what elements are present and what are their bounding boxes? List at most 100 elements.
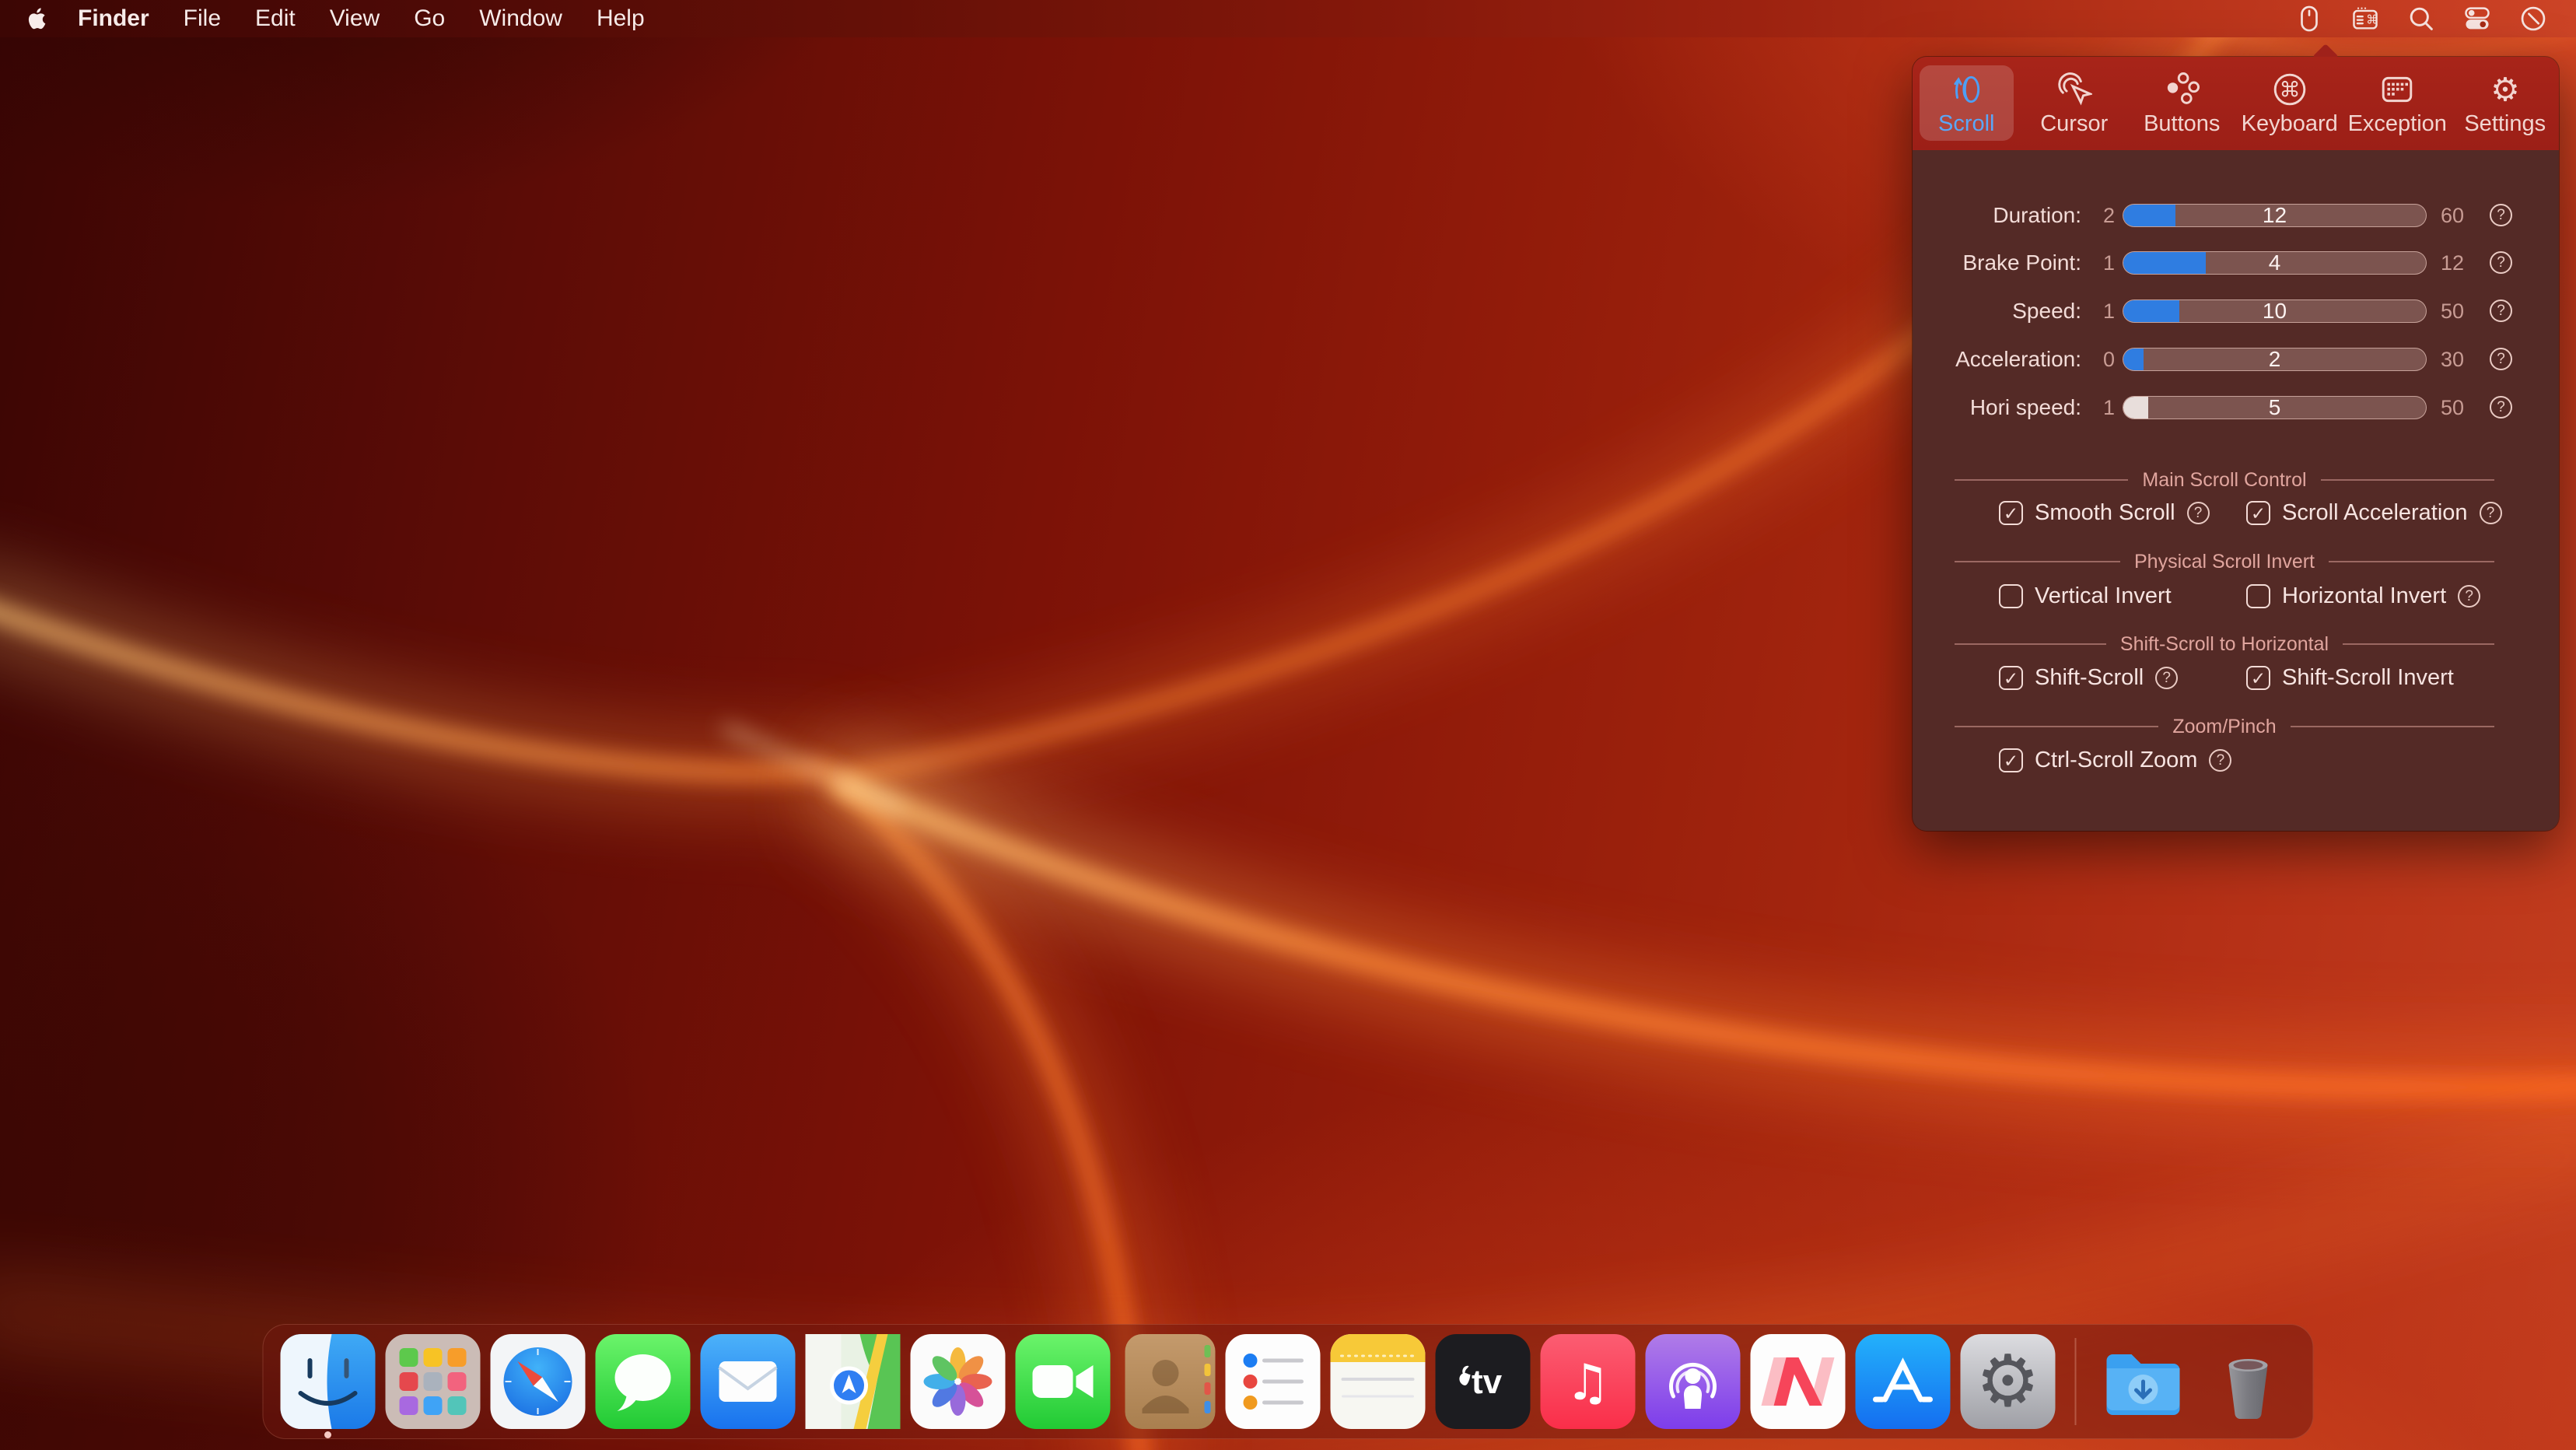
tab-label: Scroll <box>1938 111 1995 137</box>
menu-item-window[interactable]: Window <box>462 5 579 32</box>
tab-buttons[interactable]: Buttons <box>2128 57 2236 150</box>
slider-row-acceleration: Acceleration: 0 2 30 ? <box>1913 348 2559 371</box>
dock-divider <box>2075 1338 2077 1425</box>
checkbox-ctrl-scroll-zoom[interactable]: Ctrl-Scroll Zoom ? <box>1999 746 2231 774</box>
slider-value: 4 <box>2123 252 2426 274</box>
keyboard-viewer-icon[interactable]: ⌘ <box>2350 4 2380 33</box>
checkbox[interactable] <box>1999 666 2023 690</box>
checkbox[interactable] <box>1999 584 2023 608</box>
help-icon[interactable]: ? <box>2209 749 2231 772</box>
section-zoom-pinch: Zoom/Pinch <box>1955 715 2494 738</box>
mouse-status-icon[interactable] <box>2294 4 2324 33</box>
cursor-click-icon <box>2056 71 2093 108</box>
speed-slider[interactable]: 10 <box>2123 299 2427 323</box>
slider-value: 10 <box>2123 300 2426 322</box>
checkbox-shift-scroll[interactable]: Shift-Scroll ? <box>1999 664 2178 692</box>
checkbox-vertical-invert[interactable]: Vertical Invert <box>1999 582 2172 610</box>
tab-label: Exception <box>2348 111 2447 137</box>
dock-item-trash[interactable] <box>2201 1334 2296 1429</box>
checkbox-smooth-scroll[interactable]: Smooth Scroll ? <box>1999 499 2210 527</box>
menu-item-go[interactable]: Go <box>397 5 462 32</box>
popover-arrow <box>2308 43 2343 57</box>
brake-point-slider[interactable]: 4 <box>2123 251 2427 275</box>
section-shift-scroll: Shift-Scroll to Horizontal <box>1955 632 2494 656</box>
slider-label: Acceleration: <box>1913 348 2081 371</box>
slider-value: 5 <box>2123 397 2426 419</box>
menu-item-edit[interactable]: Edit <box>238 5 313 32</box>
checkbox-scroll-acceleration[interactable]: Scroll Acceleration ? <box>2246 499 2502 527</box>
tab-label: Keyboard <box>2242 111 2338 137</box>
help-icon[interactable]: ? <box>2458 585 2480 608</box>
acceleration-slider[interactable]: 2 <box>2123 348 2427 371</box>
dock-item-tv[interactable]: tv <box>1436 1334 1531 1429</box>
hori-speed-slider[interactable]: 5 <box>2123 396 2427 419</box>
dock-item-photos[interactable] <box>911 1334 1006 1429</box>
slider-row-brake-point: Brake Point: 1 4 12 ? <box>1913 251 2559 275</box>
section-physical-scroll-invert: Physical Scroll Invert <box>1955 550 2494 573</box>
help-icon[interactable]: ? <box>2490 299 2512 322</box>
tab-settings[interactable]: ⚙ Settings <box>2452 57 2560 150</box>
svg-text:⚙: ⚙ <box>1976 1340 2039 1423</box>
slider-label: Brake Point: <box>1913 251 2081 275</box>
checkbox-horizontal-invert[interactable]: Horizontal Invert ? <box>2246 582 2480 610</box>
menu-item-view[interactable]: View <box>313 5 397 32</box>
menu-item-file[interactable]: File <box>166 5 238 32</box>
dock-item-maps[interactable] <box>806 1334 901 1429</box>
dock-item-system-preferences[interactable]: ⚙ <box>1961 1334 2056 1429</box>
tab-keyboard[interactable]: ⌘ Keyboard <box>2236 57 2344 150</box>
checkbox[interactable] <box>2246 584 2270 608</box>
slider-value: 2 <box>2123 348 2426 370</box>
slider-min: 1 <box>2077 299 2115 323</box>
help-icon[interactable]: ? <box>2490 204 2512 226</box>
help-icon[interactable]: ? <box>2155 667 2178 689</box>
dock-item-contacts[interactable] <box>1121 1334 1216 1429</box>
command-key-icon: ⌘ <box>2271 71 2308 108</box>
dock-item-notes[interactable] <box>1331 1334 1426 1429</box>
dock-item-downloads[interactable] <box>2096 1334 2191 1429</box>
dock-item-reminders[interactable] <box>1226 1334 1321 1429</box>
checkbox[interactable] <box>2246 501 2270 525</box>
slider-min: 2 <box>2077 204 2115 227</box>
slider-label: Hori speed: <box>1913 396 2081 419</box>
tab-exception[interactable]: Exception <box>2343 57 2452 150</box>
slider-value: 12 <box>2123 205 2426 226</box>
menu-app-name[interactable]: Finder <box>61 5 166 32</box>
dock-item-app-store[interactable] <box>1856 1334 1951 1429</box>
dock-item-podcasts[interactable] <box>1646 1334 1741 1429</box>
help-icon[interactable]: ? <box>2187 502 2210 524</box>
dock-item-news[interactable] <box>1751 1334 1846 1429</box>
help-icon[interactable]: ? <box>2490 396 2512 419</box>
help-icon[interactable]: ? <box>2480 502 2502 524</box>
clock-icon[interactable] <box>2518 4 2548 33</box>
checkbox[interactable] <box>1999 501 2023 525</box>
mos-preferences-popover: Scroll Cursor Buttons <box>1913 57 2559 831</box>
checkbox[interactable] <box>2246 666 2270 690</box>
help-icon[interactable]: ? <box>2490 251 2512 274</box>
scroll-wheel-icon <box>1948 71 1985 108</box>
dock-item-messages[interactable] <box>596 1334 691 1429</box>
tab-label: Buttons <box>2144 111 2220 137</box>
duration-slider[interactable]: 12 <box>2123 204 2427 227</box>
checkbox[interactable] <box>1999 748 2023 772</box>
dock-item-safari[interactable] <box>491 1334 586 1429</box>
control-center-icon[interactable] <box>2462 4 2492 33</box>
tab-label: Settings <box>2464 111 2546 137</box>
checkbox-shift-scroll-invert[interactable]: Shift-Scroll Invert <box>2246 664 2454 692</box>
tab-cursor[interactable]: Cursor <box>2021 57 2129 150</box>
dock-item-facetime[interactable] <box>1016 1334 1111 1429</box>
svg-text:⌘: ⌘ <box>2366 12 2378 27</box>
dock-item-music[interactable]: ♫ <box>1541 1334 1636 1429</box>
slider-row-hori-speed: Hori speed: 1 5 50 ? <box>1913 396 2559 419</box>
spotlight-icon[interactable] <box>2406 4 2436 33</box>
gear-icon: ⚙ <box>2487 71 2524 108</box>
dock-item-launchpad[interactable] <box>386 1334 481 1429</box>
dock-item-mail[interactable] <box>701 1334 796 1429</box>
help-icon[interactable]: ? <box>2490 348 2512 370</box>
tab-scroll[interactable]: Scroll <box>1913 57 2021 150</box>
apple-menu-icon[interactable] <box>26 5 50 33</box>
section-title: Main Scroll Control <box>2142 469 2306 492</box>
dock-item-finder[interactable] <box>281 1334 376 1429</box>
running-indicator <box>324 1431 331 1438</box>
menu-item-help[interactable]: Help <box>579 5 662 32</box>
scroll-settings-panel: Duration: 2 12 60 ? Brake Point: 1 4 12 … <box>1913 150 2559 831</box>
